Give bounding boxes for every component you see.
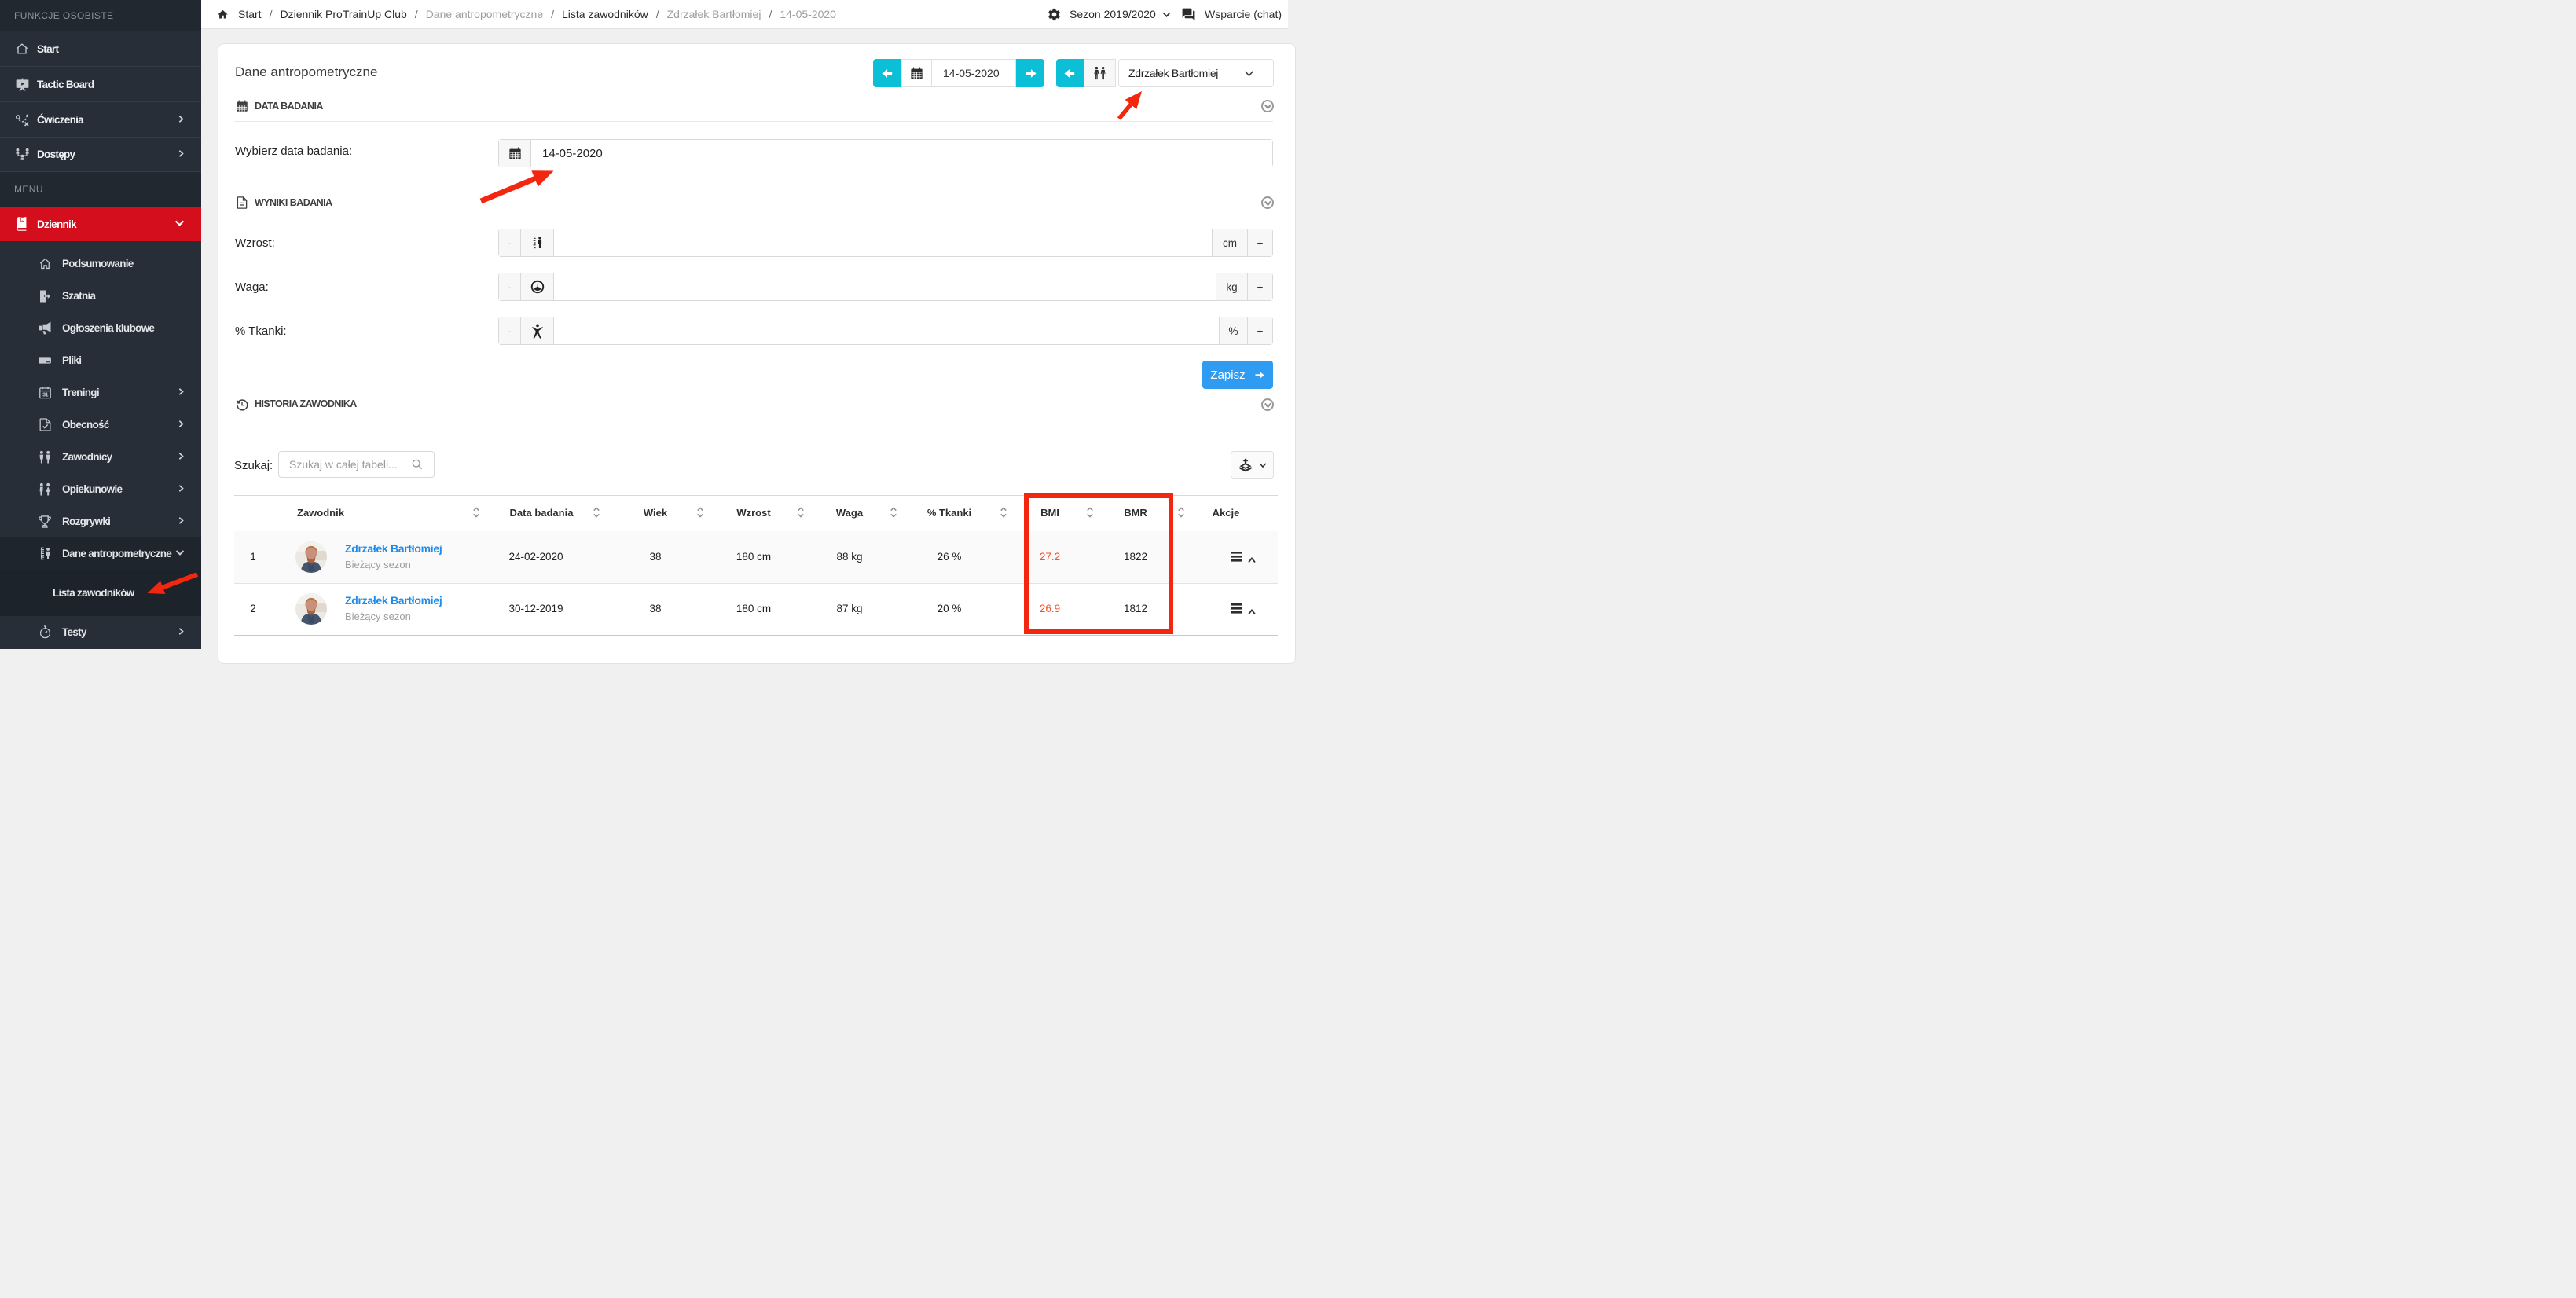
svg-text:31: 31 [42,392,48,398]
